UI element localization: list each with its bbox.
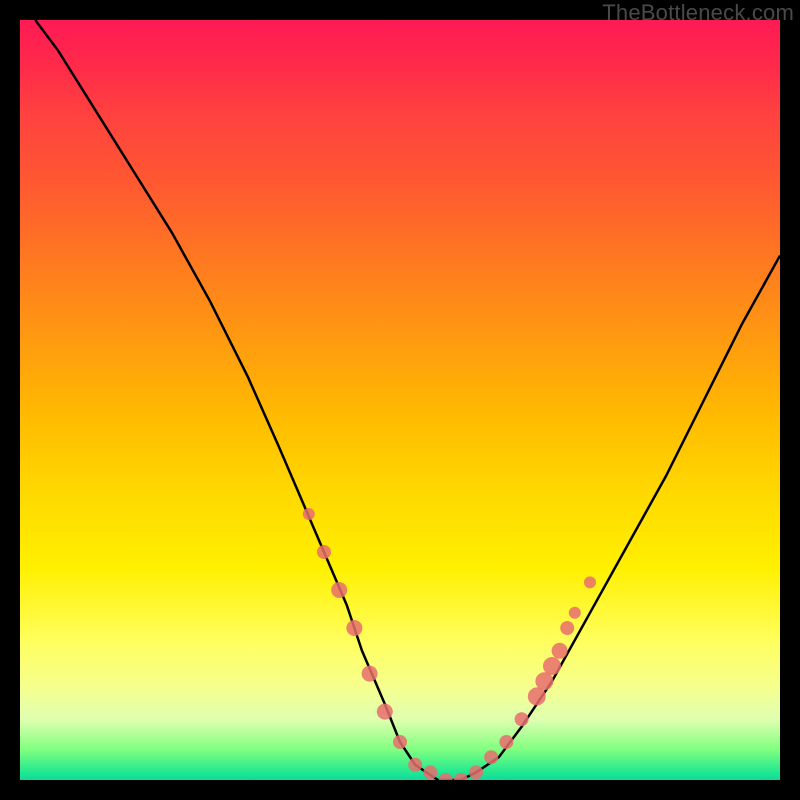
curve-marker xyxy=(454,773,468,780)
curve-marker xyxy=(362,666,378,682)
curve-marker xyxy=(469,765,483,779)
curve-marker xyxy=(560,621,574,635)
curve-marker xyxy=(552,643,568,659)
bottleneck-curve-svg xyxy=(20,20,780,780)
curve-marker xyxy=(484,750,498,764)
curve-marker xyxy=(499,735,513,749)
curve-marker xyxy=(393,735,407,749)
bottleneck-curve-path xyxy=(35,20,780,780)
curve-marker xyxy=(331,582,347,598)
curve-marker xyxy=(543,657,561,675)
watermark-text: TheBottleneck.com xyxy=(602,0,794,26)
curve-marker xyxy=(317,545,331,559)
curve-marker xyxy=(377,704,393,720)
curve-marker xyxy=(584,576,596,588)
curve-marker xyxy=(515,712,529,726)
curve-marker xyxy=(423,765,437,779)
curve-marker xyxy=(408,758,422,772)
curve-markers-group xyxy=(303,508,596,780)
curve-marker xyxy=(346,620,362,636)
curve-marker xyxy=(569,607,581,619)
curve-marker xyxy=(439,773,453,780)
curve-marker xyxy=(303,508,315,520)
chart-plot-area xyxy=(20,20,780,780)
